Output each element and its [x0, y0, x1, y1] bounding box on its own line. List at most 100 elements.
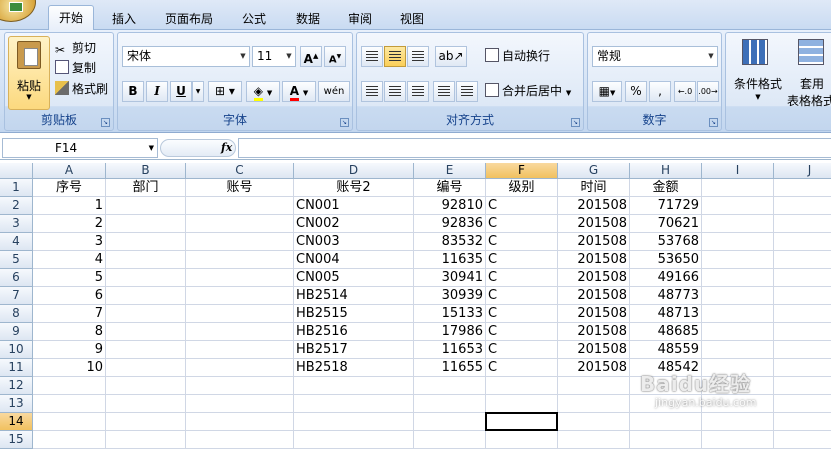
cell-c14[interactable] — [186, 413, 294, 431]
row-header-3[interactable]: 3 — [0, 215, 33, 233]
cell-d7[interactable]: HB2514 — [294, 287, 414, 305]
select-all-corner[interactable] — [0, 163, 33, 179]
cell-h2[interactable]: 71729 — [630, 197, 702, 215]
cell-e9[interactable]: 17986 — [414, 323, 486, 341]
cell-e7[interactable]: 30939 — [414, 287, 486, 305]
cell-a4[interactable]: 3 — [33, 233, 106, 251]
cell-d13[interactable] — [294, 395, 414, 413]
cell-j12[interactable] — [774, 377, 831, 395]
column-header-i[interactable]: I — [702, 163, 774, 179]
row-header-5[interactable]: 5 — [0, 251, 33, 269]
cell-d6[interactable]: CN005 — [294, 269, 414, 287]
cell-i4[interactable] — [702, 233, 774, 251]
cell-j1[interactable] — [774, 179, 831, 197]
row-header-4[interactable]: 4 — [0, 233, 33, 251]
cell-j7[interactable] — [774, 287, 831, 305]
cell-g14[interactable] — [558, 413, 630, 431]
cell-f5[interactable]: C — [486, 251, 558, 269]
row-header-14[interactable]: 14 — [0, 413, 33, 431]
cell-c15[interactable] — [186, 431, 294, 449]
tab-review[interactable]: 审阅 — [338, 7, 382, 30]
format-as-table-button[interactable]: 套用 表格格式 — [787, 35, 831, 111]
cell-a12[interactable] — [33, 377, 106, 395]
cell-d11[interactable]: HB2518 — [294, 359, 414, 377]
cell-h10[interactable]: 48559 — [630, 341, 702, 359]
cell-a10[interactable]: 9 — [33, 341, 106, 359]
cell-a5[interactable]: 4 — [33, 251, 106, 269]
cell-j3[interactable] — [774, 215, 831, 233]
cell-c5[interactable] — [186, 251, 294, 269]
column-header-j[interactable]: J — [774, 163, 831, 179]
cell-b11[interactable] — [106, 359, 186, 377]
cell-i5[interactable] — [702, 251, 774, 269]
cell-e2[interactable]: 92810 — [414, 197, 486, 215]
cell-d10[interactable]: HB2517 — [294, 341, 414, 359]
tab-home[interactable]: 开始 — [48, 5, 94, 31]
row-header-11[interactable]: 11 — [0, 359, 33, 377]
cell-f8[interactable]: C — [486, 305, 558, 323]
cell-a9[interactable]: 8 — [33, 323, 106, 341]
copy-button[interactable]: 复制 — [55, 58, 96, 78]
cell-e15[interactable] — [414, 431, 486, 449]
cell-h14[interactable] — [630, 413, 702, 431]
cell-b13[interactable] — [106, 395, 186, 413]
cell-a2[interactable]: 1 — [33, 197, 106, 215]
cell-b4[interactable] — [106, 233, 186, 251]
cell-i3[interactable] — [702, 215, 774, 233]
cell-g5[interactable]: 201508 — [558, 251, 630, 269]
cell-h8[interactable]: 48713 — [630, 305, 702, 323]
cell-g1[interactable]: 时间 — [558, 179, 630, 197]
cell-g4[interactable]: 201508 — [558, 233, 630, 251]
cell-g8[interactable]: 201508 — [558, 305, 630, 323]
column-header-c[interactable]: C — [186, 163, 294, 179]
cell-a15[interactable] — [33, 431, 106, 449]
cell-c1[interactable]: 账号 — [186, 179, 294, 197]
bold-button[interactable]: B — [122, 81, 144, 102]
cell-b6[interactable] — [106, 269, 186, 287]
name-box[interactable]: F14 ▼ — [2, 138, 158, 158]
paste-button[interactable]: 粘贴 ▼ — [8, 36, 50, 110]
cell-d5[interactable]: CN004 — [294, 251, 414, 269]
cell-f3[interactable]: C — [486, 215, 558, 233]
cell-a8[interactable]: 7 — [33, 305, 106, 323]
cell-c8[interactable] — [186, 305, 294, 323]
cell-f6[interactable]: C — [486, 269, 558, 287]
cell-j4[interactable] — [774, 233, 831, 251]
chevron-down-icon[interactable]: ▼ — [192, 81, 204, 102]
cell-g9[interactable]: 201508 — [558, 323, 630, 341]
column-header-d[interactable]: D — [294, 163, 414, 179]
cell-b8[interactable] — [106, 305, 186, 323]
row-header-1[interactable]: 1 — [0, 179, 33, 197]
cell-f1[interactable]: 级别 — [486, 179, 558, 197]
cut-button[interactable]: ✂ 剪切 — [55, 38, 96, 58]
italic-button[interactable]: I — [146, 81, 168, 102]
column-header-g[interactable]: G — [558, 163, 630, 179]
cell-g7[interactable]: 201508 — [558, 287, 630, 305]
cell-h3[interactable]: 70621 — [630, 215, 702, 233]
row-header-10[interactable]: 10 — [0, 341, 33, 359]
row-header-13[interactable]: 13 — [0, 395, 33, 413]
comma-button[interactable]: , — [649, 81, 671, 102]
cell-e6[interactable]: 30941 — [414, 269, 486, 287]
cell-i10[interactable] — [702, 341, 774, 359]
insert-function-button[interactable]: fx — [160, 139, 236, 157]
phonetic-button[interactable]: wén — [318, 81, 350, 102]
cell-h9[interactable]: 48685 — [630, 323, 702, 341]
row-header-7[interactable]: 7 — [0, 287, 33, 305]
cell-b5[interactable] — [106, 251, 186, 269]
cell-i9[interactable] — [702, 323, 774, 341]
fill-color-button[interactable]: ◈ ▼ — [246, 81, 280, 102]
cell-h4[interactable]: 53768 — [630, 233, 702, 251]
cell-d15[interactable] — [294, 431, 414, 449]
cell-g10[interactable]: 201508 — [558, 341, 630, 359]
cell-j9[interactable] — [774, 323, 831, 341]
cell-c10[interactable] — [186, 341, 294, 359]
align-middle-button[interactable] — [384, 46, 406, 67]
cell-g11[interactable]: 201508 — [558, 359, 630, 377]
row-header-8[interactable]: 8 — [0, 305, 33, 323]
cell-f10[interactable]: C — [486, 341, 558, 359]
cell-h15[interactable] — [630, 431, 702, 449]
decrease-indent-button[interactable] — [433, 81, 455, 102]
font-name-select[interactable]: 宋体 ▼ — [122, 46, 250, 67]
currency-button[interactable]: ▦▼ — [592, 81, 622, 102]
